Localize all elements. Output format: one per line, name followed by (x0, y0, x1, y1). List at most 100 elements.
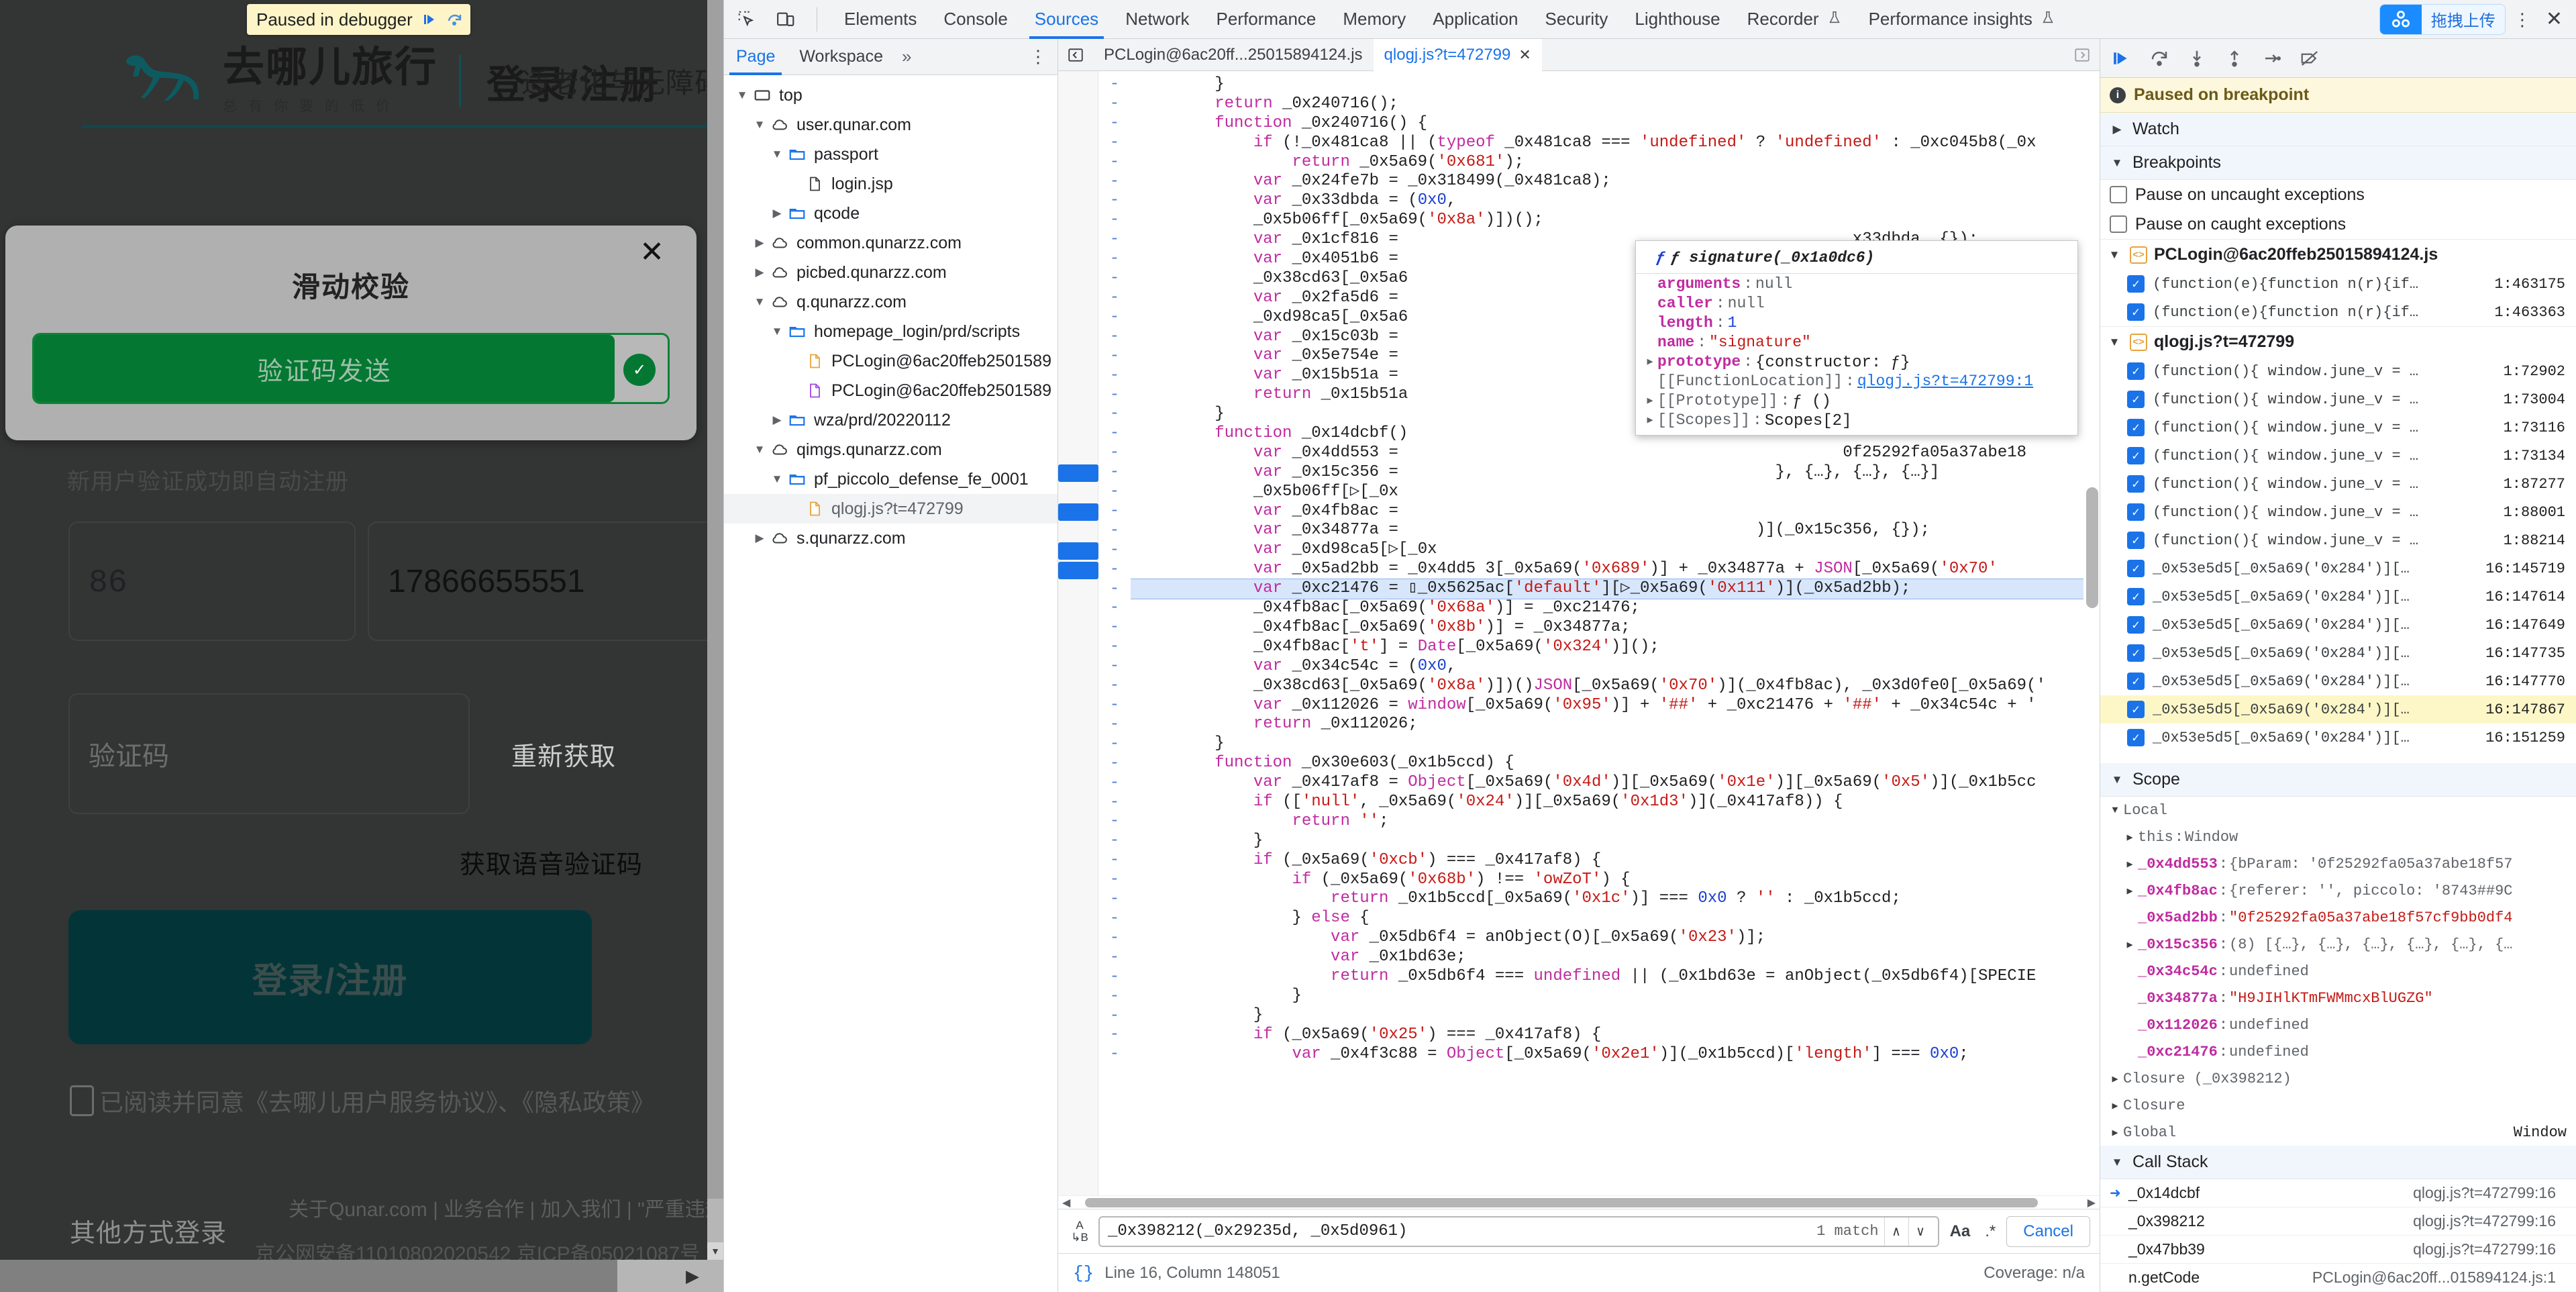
code-line[interactable]: var _0x4fb8ac = (1131, 502, 2100, 521)
breakpoint-item[interactable]: ✓ (function(){ window.june_v = '… 1:72902 (2100, 357, 2576, 385)
tab-recorder[interactable]: Recorder (1734, 0, 1855, 39)
breakpoint-item[interactable]: ✓ (function(){ window.june_v = '… 1:87277 (2100, 470, 2576, 498)
scope-section-header[interactable]: ▼ Scope (2100, 763, 2576, 797)
pause-caught-exceptions-row[interactable]: Pause on caught exceptions (2100, 209, 2576, 239)
tree-item[interactable]: ▼ top (724, 81, 1058, 110)
resume-script-icon[interactable] (2104, 42, 2139, 74)
tree-item[interactable]: ▼ passport (724, 140, 1058, 169)
breakpoint-item[interactable]: ✓ (function(){ window.june_v = '… 1:88214 (2100, 526, 2576, 554)
breakpoint-item[interactable]: ✓ (function(){ window.june_v = '… 1:88001 (2100, 498, 2576, 526)
breakpoints-list[interactable]: ▼ <> PCLogin@6ac20ffeb25015894124.js ✓ (func… (2100, 239, 2576, 763)
breakpoint-checkbox[interactable]: ✓ (2127, 560, 2145, 577)
code-line[interactable]: } (1131, 1006, 2100, 1026)
footer-links[interactable]: 关于Qunar.com | 业务合作 | 加入我们 | "严重违规失信名 (289, 1193, 723, 1222)
device-toolbar-icon[interactable] (772, 6, 799, 33)
popup-property-row[interactable]: ▶ [[Scopes]]: Scopes[2] (1636, 410, 2077, 431)
popup-property-row[interactable]: name: "signature" (1636, 332, 2077, 352)
scroll-right-icon[interactable]: ▶ (2088, 1196, 2096, 1209)
breakpoint-marker[interactable] (1058, 464, 1098, 482)
code-line[interactable]: _0x38cd63[_0x5a69('0x8a')])()JSON[_0x5a6… (1131, 677, 2100, 696)
replace-icon[interactable]: A ↳B (1068, 1219, 1092, 1244)
tab-network[interactable]: Network (1112, 0, 1202, 39)
code-line[interactable]: if (_0x5a69('0x68b') !== 'owZoT') { (1131, 871, 2100, 890)
tree-item[interactable]: ▼ qimgs.qunarzz.com (724, 435, 1058, 464)
popup-property-row[interactable]: arguments: null (1636, 274, 2077, 293)
navigator-menu-icon[interactable]: ⋮ (1029, 48, 1058, 65)
deactivate-breakpoints-icon[interactable] (2292, 42, 2327, 74)
scope-row[interactable]: ▼ Local (2100, 797, 2576, 824)
pause-uncaught-exceptions-row[interactable]: Pause on uncaught exceptions (2100, 180, 2576, 209)
breakpoint-checkbox[interactable]: ✓ (2127, 644, 2145, 662)
breakpoint-checkbox[interactable]: ✓ (2127, 588, 2145, 605)
callstack-list[interactable]: ➜ _0x14dcbf qlogj.js?t=472799:16 _0x398212 q… (2100, 1179, 2576, 1292)
chevron-right-icon[interactable]: ▶ (751, 532, 768, 545)
chevron-down-icon[interactable]: ▼ (768, 473, 786, 486)
breakpoint-marker[interactable] (1058, 542, 1098, 560)
scope-row[interactable]: ▶ _0x4fb8ac: {referer: '', piccolo: '8743… (2100, 877, 2576, 904)
editor-vertical-scroll-thumb[interactable] (2086, 487, 2098, 608)
chevron-right-icon[interactable]: ▶ (2122, 885, 2138, 897)
code-line[interactable]: if (_0x5a69('0xcb') === _0x417af8) { (1131, 851, 2100, 871)
code-line[interactable]: _0x4fb8ac['t'] = Date[_0x5a69('0x324')](… (1131, 638, 2100, 657)
chevron-right-icon[interactable]: ▶ (2107, 1073, 2123, 1085)
scroll-down-icon[interactable]: ▼ (707, 1242, 723, 1260)
breakpoint-item[interactable]: ✓ (function(e){function n(r){if… 1:463363 (2100, 298, 2576, 326)
breakpoint-item[interactable]: ✓ (function(){ window.june_v = '… 1:73116 (2100, 413, 2576, 442)
scope-row[interactable]: _0x34c54c: undefined (2100, 958, 2576, 985)
editor-horizontal-scrollbar[interactable]: ◀ ▶ (1058, 1195, 2100, 1209)
code-line[interactable]: return _0x240716(); (1131, 95, 2100, 114)
scope-row[interactable]: ▶ Closure (2100, 1092, 2576, 1119)
breakpoint-item[interactable]: ✓ _0x53e5d5[_0x5a69('0x284')][… 16:147649 (2100, 611, 2576, 639)
scope-row[interactable]: ▶ Global Window (2100, 1119, 2576, 1146)
tab-performance[interactable]: Performance (1203, 0, 1330, 39)
breakpoint-checkbox[interactable]: ✓ (2127, 616, 2145, 634)
phone-input[interactable]: 17866655551 (368, 521, 723, 641)
breakpoint-marker[interactable] (1058, 503, 1098, 521)
resend-code-button[interactable]: 重新获取 (511, 736, 616, 773)
code-line[interactable]: } (1131, 832, 2100, 851)
callstack-frame[interactable]: _0x47bb39 qlogj.js?t=472799:16 (2100, 1236, 2576, 1264)
nav-tab-page[interactable]: Page (724, 39, 787, 75)
chevron-right-icon[interactable]: ▶ (2122, 938, 2138, 951)
tree-item[interactable]: ▼ homepage_login/prd/scripts (724, 317, 1058, 346)
breakpoint-item[interactable]: ✓ _0x53e5d5[_0x5a69('0x284')][… 16:147867 (2100, 695, 2576, 724)
code-line[interactable]: if (_0x5a69('0x25') === _0x417af8) { (1131, 1026, 2100, 1045)
chevron-down-icon[interactable]: ▼ (768, 148, 786, 161)
breakpoint-checkbox[interactable]: ✓ (2127, 673, 2145, 690)
chevron-right-icon[interactable]: ▶ (751, 236, 768, 250)
chevron-down-icon[interactable]: ▼ (2106, 248, 2123, 262)
source-tab[interactable]: PCLogin@6ac20ff...25015894124.js (1093, 39, 1374, 71)
code-editor[interactable]: ----------------------------------------… (1058, 71, 2100, 1195)
scope-row[interactable]: ▶ this: Window (2100, 824, 2576, 850)
code-line[interactable]: if (!_0x481ca8 || (typeof _0x481ca8 === … (1131, 134, 2100, 153)
country-code-select[interactable]: 86 (68, 521, 356, 641)
breakpoint-group-header[interactable]: ▼ <> PCLogin@6ac20ffeb25015894124.js (2100, 239, 2576, 270)
chevron-right-icon[interactable]: ▶ (768, 413, 786, 427)
chevron-right-icon[interactable]: ▶ (2122, 858, 2138, 871)
code-line[interactable]: } else { (1131, 909, 2100, 928)
breakpoint-checkbox[interactable]: ✓ (2127, 275, 2145, 293)
breakpoint-checkbox[interactable]: ✓ (2127, 362, 2145, 380)
code-line[interactable]: var _0x33dbda = (0x0, (1131, 191, 2100, 211)
code-line[interactable]: function _0x30e603(_0x1b5ccd) { (1131, 754, 2100, 773)
accessibility-link[interactable]: 适老化与无障碍 (521, 60, 723, 101)
tab-security[interactable]: Security (1532, 0, 1622, 39)
pause-uncaught-checkbox[interactable] (2110, 186, 2127, 203)
page-vertical-scrollbar[interactable]: ▼ (707, 0, 723, 1260)
tree-item[interactable]: ▶ wza/prd/20220112 (724, 405, 1058, 435)
property-value[interactable]: qlogj.js?t=472799:1 (1857, 372, 2033, 390)
callstack-frame[interactable]: _0x398212 qlogj.js?t=472799:16 (2100, 1207, 2576, 1236)
tab-lighthouse[interactable]: Lighthouse (1621, 0, 1733, 39)
tree-item[interactable]: ▼ q.qunarzz.com (724, 287, 1058, 317)
breakpoint-gutter[interactable] (1058, 71, 1098, 1195)
callstack-frame[interactable]: n.getCode PCLogin@6ac20ff...015894124.js:… (2100, 1264, 2576, 1292)
code-line[interactable]: var _0x34877a = )](_0x15c356, {}); (1131, 521, 2100, 540)
search-cancel-button[interactable]: Cancel (2006, 1215, 2090, 1247)
code-line[interactable]: var _0x112026 = window[_0x5a69('0x95')] … (1131, 696, 2100, 715)
step-into-icon[interactable] (2179, 42, 2214, 74)
code-line[interactable]: var _0x5ad2bb = _0x4dd5 3[_0x5a69('0x689… (1131, 560, 2100, 579)
tab-application[interactable]: Application (1419, 0, 1531, 39)
chevron-down-icon[interactable]: ▼ (768, 325, 786, 338)
breakpoint-group-header[interactable]: ▼ <> qlogj.js?t=472799 (2100, 326, 2576, 357)
code-line[interactable]: } (1131, 75, 2100, 95)
